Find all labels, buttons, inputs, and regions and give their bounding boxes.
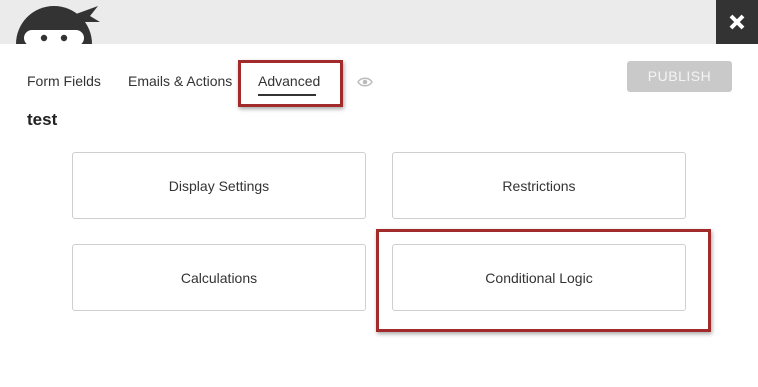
calculations-card[interactable]: Calculations xyxy=(72,244,366,311)
eye-icon[interactable] xyxy=(357,75,373,93)
card-label: Display Settings xyxy=(168,177,270,194)
form-title: test xyxy=(27,110,58,129)
header-bar xyxy=(0,0,758,44)
highlight-box-advanced-tab xyxy=(238,60,343,107)
close-x-icon xyxy=(729,14,745,30)
card-label: Restrictions xyxy=(502,177,576,194)
restrictions-card[interactable]: Restrictions xyxy=(392,152,686,219)
tab-emails-actions[interactable]: Emails & Actions xyxy=(128,73,232,89)
close-button[interactable] xyxy=(716,0,758,44)
tab-form-fields[interactable]: Form Fields xyxy=(27,73,101,89)
ninja-logo-icon xyxy=(10,0,102,44)
highlight-box-conditional-logic xyxy=(376,229,711,332)
publish-button[interactable]: PUBLISH xyxy=(627,61,732,92)
card-label: Calculations xyxy=(180,269,258,286)
display-settings-card[interactable]: Display Settings xyxy=(72,152,366,219)
